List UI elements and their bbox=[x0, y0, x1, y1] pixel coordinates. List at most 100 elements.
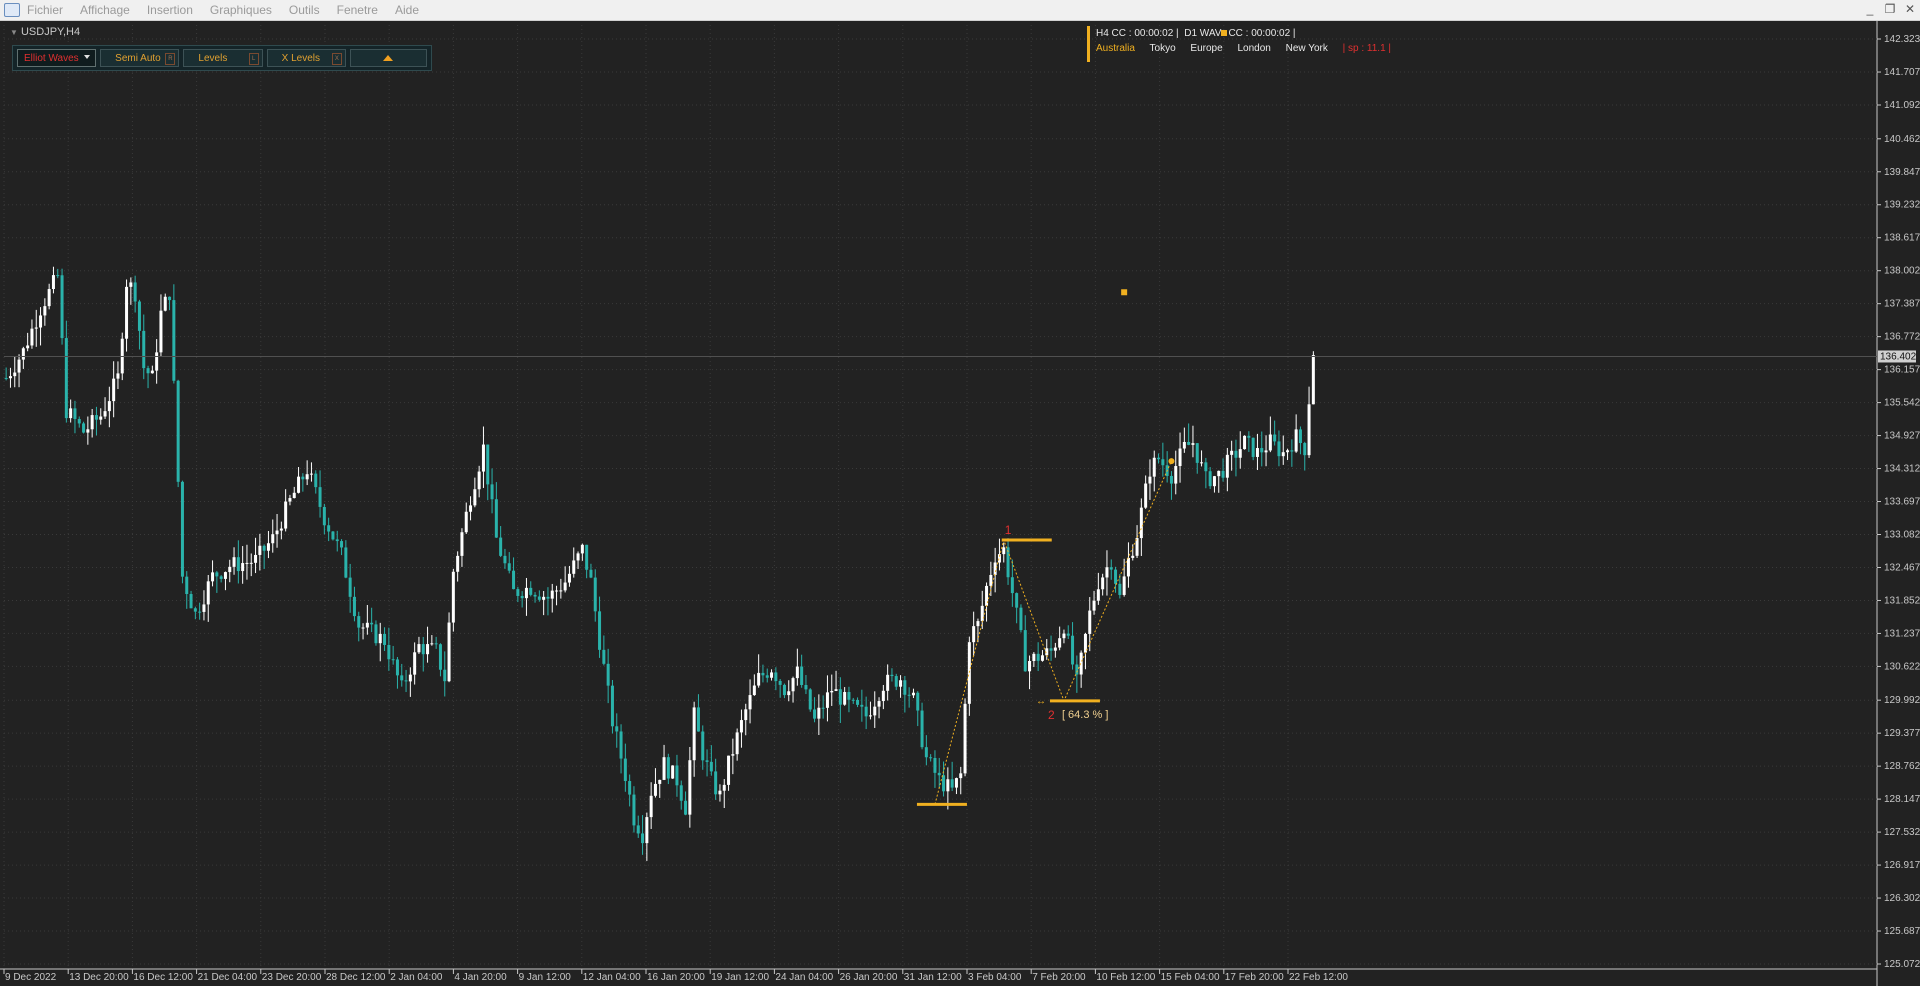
candle-body bbox=[825, 692, 829, 708]
chart-area[interactable]: 142.323 141.707 141.092 140.462 139.847 139.2… bbox=[0, 21, 1920, 986]
candle-body bbox=[1126, 557, 1130, 577]
minimize-icon[interactable]: _ bbox=[1864, 2, 1876, 16]
restore-icon[interactable]: ❐ bbox=[1884, 2, 1896, 16]
candle-body bbox=[8, 376, 12, 379]
candle-body bbox=[1187, 441, 1191, 445]
candle-body bbox=[219, 576, 223, 579]
candle-body bbox=[864, 706, 868, 717]
retrace-percent-label: [ 64.3 % ] bbox=[1062, 709, 1108, 721]
candle-body bbox=[1118, 583, 1122, 595]
candle-body bbox=[1144, 483, 1148, 508]
candle-body bbox=[808, 689, 812, 710]
menu-affichage[interactable]: Affichage bbox=[80, 3, 139, 17]
candle-body bbox=[972, 626, 976, 643]
session-london: London bbox=[1237, 43, 1271, 54]
menu-graphiques[interactable]: Graphiques bbox=[210, 3, 281, 17]
candle-body bbox=[107, 401, 111, 412]
semi-auto-button[interactable]: Semi Auto R bbox=[100, 49, 180, 67]
candle-body bbox=[374, 624, 378, 644]
candle-body bbox=[1208, 471, 1212, 487]
candle-body bbox=[477, 471, 481, 490]
menu-items: Fichier Affichage Insertion Graphiques O… bbox=[27, 3, 436, 17]
levels-button[interactable]: Levels L bbox=[183, 49, 263, 67]
candle-body bbox=[236, 557, 240, 572]
menu-outils[interactable]: Outils bbox=[289, 3, 329, 17]
y-tick-label: 130.622 bbox=[1884, 661, 1920, 672]
candle-body bbox=[512, 570, 516, 590]
candle-body bbox=[735, 732, 739, 755]
candle-body bbox=[1075, 664, 1079, 675]
d1-countdown-a: D1 WAV bbox=[1184, 28, 1222, 39]
candle-body bbox=[761, 672, 765, 676]
candle-body bbox=[383, 633, 387, 645]
y-tick-label: 133.697 bbox=[1884, 497, 1920, 508]
candle-body bbox=[34, 327, 38, 329]
candle-body bbox=[1260, 448, 1264, 453]
x-levels-button[interactable]: X Levels X bbox=[266, 49, 346, 67]
candle-body bbox=[357, 616, 361, 628]
menu-fenetre[interactable]: Fenetre bbox=[337, 3, 387, 17]
candle-body bbox=[1307, 404, 1311, 456]
candle-body bbox=[555, 590, 559, 592]
candle-body bbox=[1268, 434, 1272, 451]
candle-body bbox=[946, 779, 950, 792]
candle-body bbox=[413, 652, 417, 675]
candle-body bbox=[615, 726, 619, 732]
y-tick-label: 135.542 bbox=[1884, 398, 1920, 409]
candle-body bbox=[800, 666, 804, 685]
close-icon[interactable]: ✕ bbox=[1904, 2, 1916, 16]
candle-body bbox=[464, 511, 468, 533]
candle-body bbox=[322, 506, 326, 526]
candle-body bbox=[765, 675, 769, 678]
candle-body bbox=[103, 411, 107, 417]
candle-body bbox=[791, 678, 795, 692]
candle-body bbox=[352, 596, 356, 617]
candle-body bbox=[671, 765, 675, 779]
candle-body bbox=[623, 758, 627, 782]
candle-body bbox=[843, 692, 847, 705]
candle-body bbox=[1122, 576, 1126, 595]
candle-body bbox=[524, 587, 528, 599]
candle-body bbox=[770, 672, 774, 678]
candle-body bbox=[813, 709, 817, 719]
candle-body bbox=[727, 755, 731, 785]
candle-body bbox=[348, 577, 352, 597]
candle-body bbox=[692, 707, 696, 761]
x-tick-label: 24 Jan 04:00 bbox=[775, 972, 833, 983]
candle-body bbox=[649, 795, 653, 818]
candle-body bbox=[662, 757, 666, 780]
marker-dot-icon bbox=[1221, 30, 1228, 36]
menu-fichier[interactable]: Fichier bbox=[27, 3, 72, 17]
candle-body bbox=[395, 659, 399, 676]
candle-body bbox=[967, 642, 971, 704]
candle-body bbox=[714, 771, 718, 795]
candle-body bbox=[774, 672, 778, 681]
candle-body bbox=[817, 707, 821, 719]
candle-body bbox=[873, 706, 877, 716]
candle-body bbox=[989, 574, 993, 586]
candle-body bbox=[1036, 653, 1040, 661]
menu-aide[interactable]: Aide bbox=[395, 3, 428, 17]
session-newyork: New York bbox=[1285, 43, 1328, 54]
candle-body bbox=[232, 557, 236, 567]
spread-value: | sp : 11.1 | bbox=[1342, 43, 1392, 54]
candle-body bbox=[404, 680, 408, 682]
x-tick-label: 13 Dec 20:00 bbox=[69, 972, 129, 983]
mode-select[interactable]: Elliot Waves bbox=[17, 49, 97, 67]
price-chart[interactable]: 142.323 141.707 141.092 140.462 139.847 139.2… bbox=[0, 21, 1920, 986]
menu-insertion[interactable]: Insertion bbox=[147, 3, 202, 17]
candle-body bbox=[684, 800, 688, 815]
collapse-panel-button[interactable] bbox=[349, 49, 428, 67]
candle-body bbox=[778, 680, 782, 685]
collapse-triangle-icon[interactable]: ▼ bbox=[10, 28, 18, 37]
candle-body bbox=[868, 715, 872, 717]
sessions-row: Australia Tokyo Europe London New York |… bbox=[1096, 41, 1396, 57]
candle-body bbox=[993, 562, 997, 575]
candle-body bbox=[1010, 577, 1014, 594]
candle-body bbox=[675, 765, 679, 786]
candle-body bbox=[426, 644, 430, 655]
levels-key: L bbox=[248, 53, 259, 65]
candle-body bbox=[262, 545, 266, 551]
candle-body bbox=[297, 476, 301, 493]
candle-body bbox=[387, 644, 391, 660]
